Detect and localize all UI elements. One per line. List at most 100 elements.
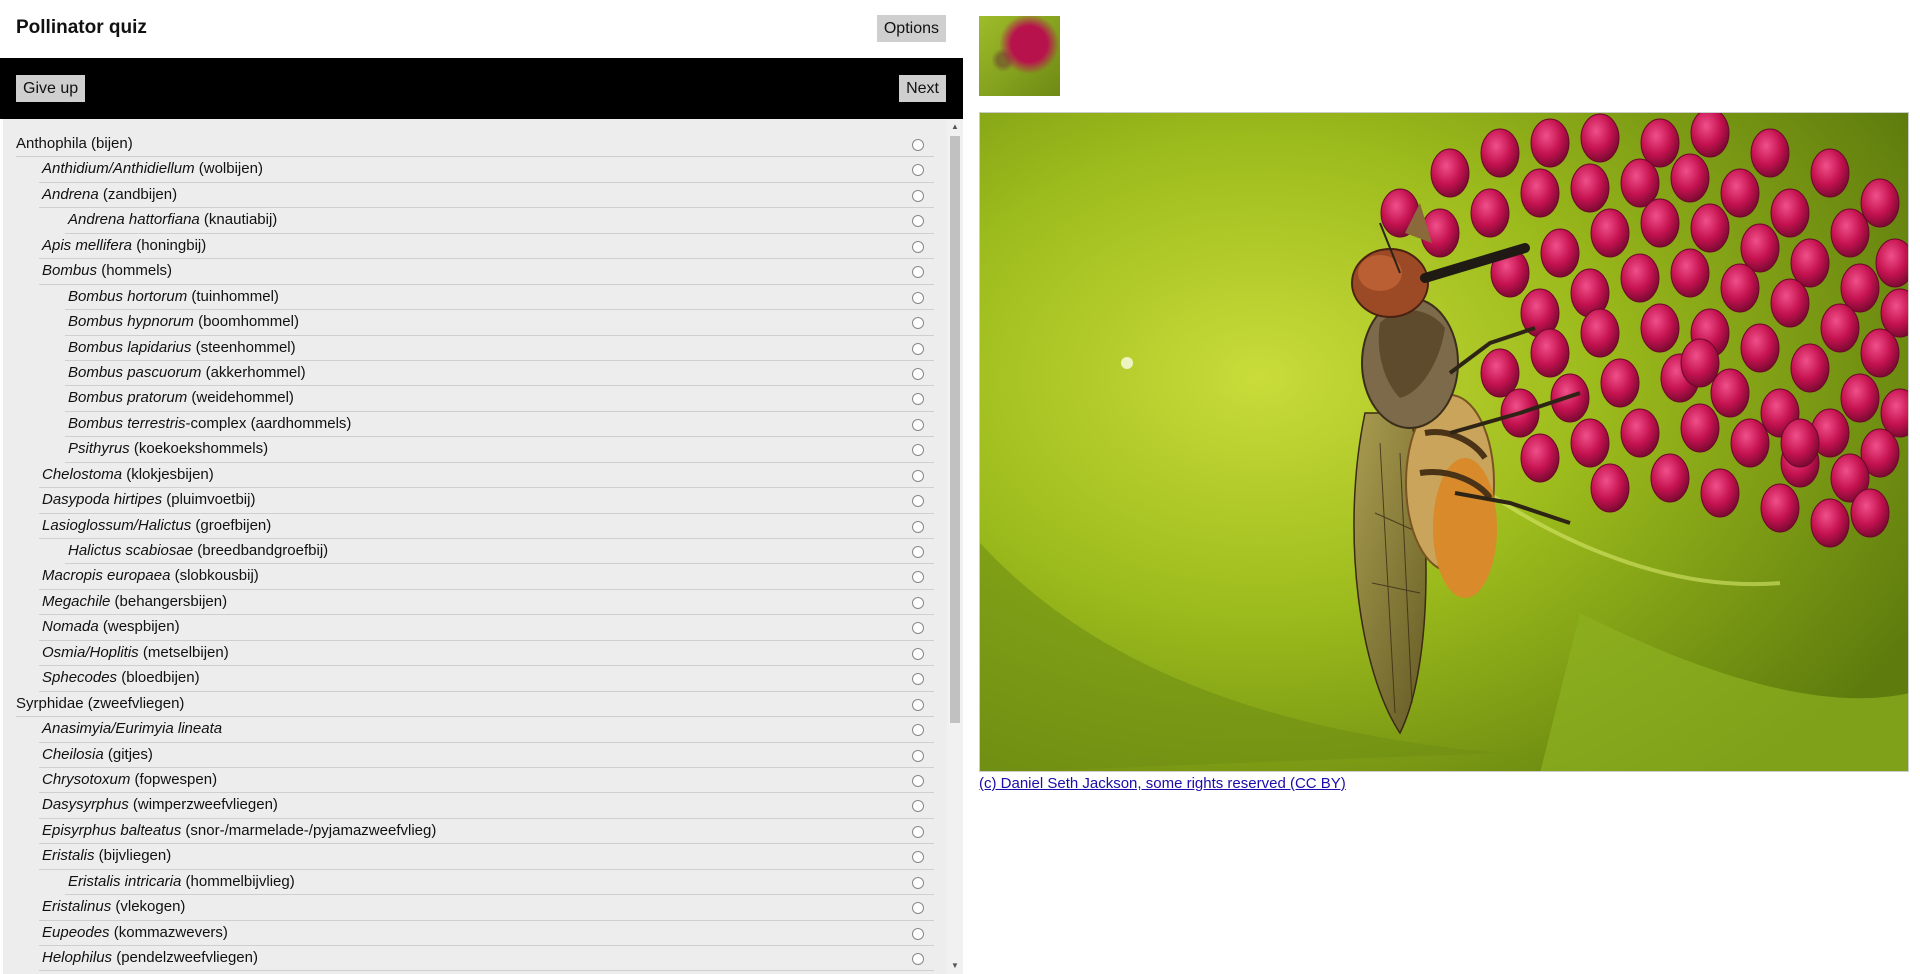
taxon-row[interactable]: Bombus (hommels) (3, 259, 943, 285)
taxon-row[interactable]: Eristalis (bijvliegen) (3, 844, 943, 870)
taxon-scientific-name: Bombus terrestris (68, 414, 186, 432)
taxon-common-name: Syrphidae (zweefvliegen) (16, 694, 185, 712)
give-up-button[interactable]: Give up (16, 75, 86, 102)
taxon-row[interactable]: Dasypoda hirtipes (pluimvoetbij) (3, 488, 943, 514)
quiz-header: Pollinator quiz Options (0, 0, 963, 58)
taxon-radio-button[interactable] (912, 546, 924, 558)
taxon-radio-button[interactable] (912, 927, 924, 940)
taxon-row[interactable]: Chrysotoxum (fopwespen) (3, 768, 943, 794)
taxon-row[interactable]: Sphecodes (bloedbijen) (3, 666, 943, 692)
taxon-radio-button[interactable] (912, 139, 924, 151)
taxon-row[interactable]: Eristalis intricaria (hommelbijvlieg) (3, 870, 943, 896)
taxon-row[interactable]: Dasysyrphus (wimperzweefvliegen) (3, 793, 943, 819)
flower-bud (1480, 128, 1520, 178)
taxon-common-name: (honingbij) (132, 236, 207, 254)
taxon-row[interactable]: Macropis europaea (slobkousbij) (3, 564, 943, 590)
taxon-radio-button[interactable] (912, 851, 924, 864)
taxon-row[interactable]: Bombus terrestris-complex (aardhommels) (3, 412, 943, 438)
taxon-radio-button[interactable] (912, 342, 924, 355)
taxon-row[interactable]: Nomada (wespbijen) (3, 615, 943, 641)
taxon-scientific-name: Anasimyia/Eurimyia lineata (42, 720, 223, 738)
options-button[interactable]: Options (876, 15, 946, 42)
taxon-label: Lasioglossum/Halictus (groefbijen) (42, 514, 271, 538)
flower-bud (1690, 203, 1730, 253)
taxon-row[interactable]: Bombus pratorum (weidehommel) (3, 386, 943, 412)
flower-bud (1650, 453, 1690, 503)
taxon-common-name: (wimperzweefvliegen) (128, 796, 278, 814)
taxon-radio-button[interactable] (912, 800, 924, 813)
taxon-radio-button[interactable] (912, 749, 924, 762)
flower-bud (1520, 433, 1560, 483)
flower-bud (1570, 163, 1610, 213)
taxon-radio-button[interactable] (912, 825, 924, 838)
taxon-row[interactable]: Bombus pascuorum (akkerhommel) (3, 361, 943, 387)
taxon-row[interactable]: Lasioglossum/Halictus (groefbijen) (3, 514, 943, 539)
taxon-row[interactable]: Eristalinus (vlekogen) (3, 895, 943, 921)
taxon-radio-button[interactable] (912, 876, 924, 889)
taxon-radio-button[interactable] (912, 164, 924, 177)
taxon-radio-button[interactable] (912, 953, 924, 965)
taxon-scientific-name: Bombus lapidarius (68, 338, 192, 356)
flower-bud (1850, 488, 1890, 538)
flower-bud (1580, 113, 1620, 163)
taxon-row[interactable]: Osmia/Hoplitis (metselbijen) (3, 641, 943, 667)
taxon-radio-button[interactable] (912, 673, 924, 686)
taxon-common-name: (zandbijen) (98, 185, 178, 203)
taxon-radio-button[interactable] (912, 571, 924, 584)
taxon-label: Episyrphus balteatus (snor-/marmelade-/p… (42, 819, 436, 843)
taxon-row[interactable]: Eupeodes (kommazwevers) (3, 921, 943, 946)
scroll-up-icon[interactable]: ▲ (947, 119, 963, 135)
taxon-radio-button[interactable] (912, 698, 924, 711)
taxon-radio-button[interactable] (912, 774, 924, 787)
taxon-row[interactable]: Helophilus (pendelzweefvliegen) (3, 946, 943, 972)
thumbnail-photo[interactable] (979, 16, 1060, 96)
taxon-row[interactable]: Halictus scabiosae (breedbandgroefbij) (3, 539, 943, 565)
taxon-row[interactable]: Anthophila (bijen) (3, 132, 943, 158)
taxon-radio-button[interactable] (912, 189, 924, 202)
taxon-scientific-name: Apis mellifera (42, 236, 133, 254)
taxon-radio-button[interactable] (912, 444, 924, 457)
taxon-row[interactable]: Episyrphus balteatus (snor-/marmelade-/p… (3, 819, 943, 845)
taxon-radio-button[interactable] (912, 902, 924, 915)
taxon-radio-button[interactable] (912, 469, 924, 482)
taxon-row[interactable]: Cheilosia (gitjes) (3, 743, 943, 768)
taxon-row[interactable]: Psithyrus (koekoekshommels) (3, 437, 943, 463)
taxon-radio-button[interactable] (912, 291, 924, 304)
taxon-row[interactable]: Chelostoma (klokjesbijen) (3, 463, 943, 489)
taxon-radio-button[interactable] (912, 266, 924, 279)
taxon-row[interactable]: Megachile (behangersbijen) (3, 590, 943, 616)
taxon-scientific-name: Bombus hortorum (68, 287, 188, 305)
taxon-radio-button[interactable] (912, 724, 924, 737)
taxon-common-name: (snor-/marmelade-/pyjamazweefvlieg) (181, 821, 437, 839)
taxon-row[interactable]: Anasimyia/Eurimyia lineata (3, 717, 943, 743)
taxon-radio-button[interactable] (912, 622, 924, 635)
taxon-row[interactable]: Bombus hortorum (tuinhommel) (3, 285, 943, 311)
taxon-radio-button[interactable] (912, 215, 924, 228)
taxon-label: Eristalis (bijvliegen) (42, 844, 171, 868)
scrollbar-thumb[interactable] (950, 136, 960, 723)
scroll-down-icon[interactable]: ▼ (947, 958, 963, 974)
taxon-radio-button[interactable] (912, 393, 924, 406)
taxon-label: Helophilus (pendelzweefvliegen) (42, 946, 258, 970)
taxon-radio-button[interactable] (912, 317, 924, 330)
next-button[interactable]: Next (899, 75, 946, 102)
taxon-radio-button[interactable] (912, 647, 924, 660)
taxon-row[interactable]: Andrena (zandbijen) (3, 183, 943, 209)
flower-bud (1680, 338, 1720, 388)
taxon-radio-button[interactable] (912, 520, 924, 533)
taxon-row[interactable]: Syrphidae (zweefvliegen) (3, 692, 943, 718)
list-scrollbar[interactable]: ▲ ▼ (947, 119, 963, 974)
taxon-radio-button[interactable] (912, 367, 924, 380)
taxon-radio-button[interactable] (912, 495, 924, 508)
taxon-row[interactable]: Anthidium/Anthidiellum (wolbijen) (3, 157, 943, 183)
taxon-radio-button[interactable] (912, 418, 924, 431)
taxon-radio-button[interactable] (912, 596, 924, 609)
taxon-row[interactable]: Bombus hypnorum (boomhommel) (3, 310, 943, 336)
taxon-common-name: (wespbijen) (98, 618, 180, 636)
taxon-row[interactable]: Bombus lapidarius (steenhommel) (3, 336, 943, 361)
taxon-common-name: (hommelbijvlieg) (181, 872, 295, 890)
taxon-row[interactable]: Apis mellifera (honingbij) (3, 234, 943, 260)
taxon-radio-button[interactable] (912, 240, 924, 253)
taxon-row[interactable]: Andrena hattorfiana (knautiabij) (3, 208, 943, 234)
photo-credit-link[interactable]: (c) Daniel Seth Jackson, some rights res… (979, 775, 1346, 792)
